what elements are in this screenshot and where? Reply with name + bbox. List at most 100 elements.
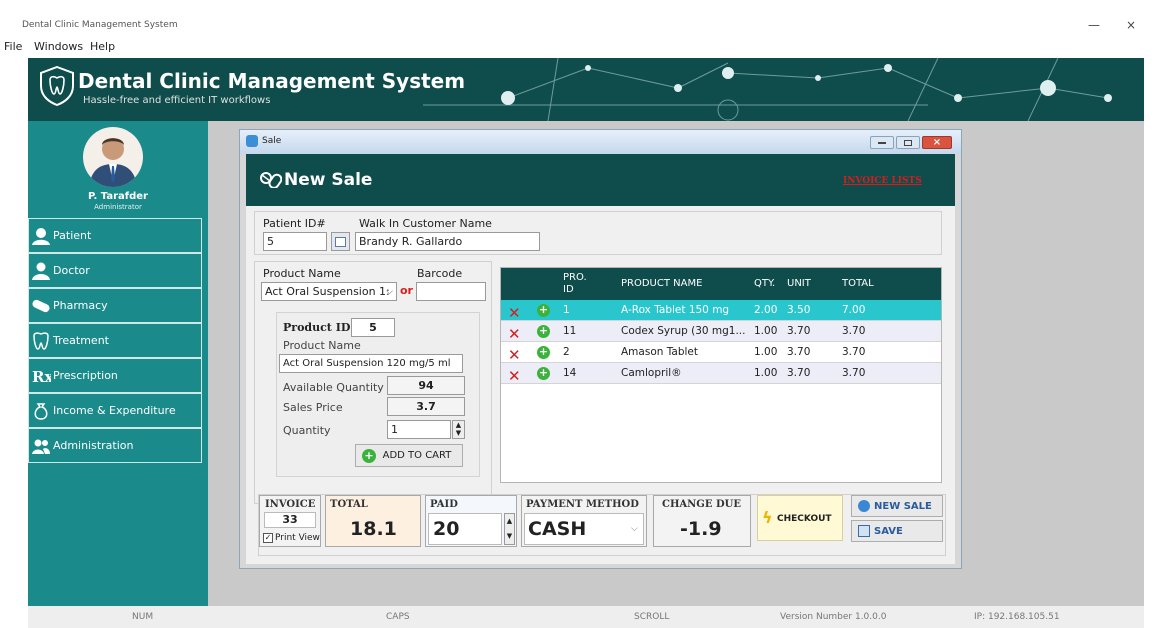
increment-icon[interactable]: + xyxy=(537,346,550,359)
patient-icon xyxy=(32,228,50,245)
total-box: TOTAL 18.1 xyxy=(325,495,421,547)
sidebar-item-treatment[interactable]: Treatment xyxy=(28,323,202,358)
paid-stepper[interactable]: ▲ ▼ xyxy=(504,513,515,545)
sidebar-item-pharmacy[interactable]: Pharmacy xyxy=(28,288,202,323)
user-role: Administrator xyxy=(94,203,142,211)
new-sale-label: NEW SALE xyxy=(874,501,932,512)
save-label: SAVE xyxy=(874,526,903,537)
cell-total: 3.70 xyxy=(842,325,866,337)
new-sale-button[interactable]: NEW SALE xyxy=(851,495,943,517)
invoice-number: 33 xyxy=(264,512,316,528)
col-pro: PRO. xyxy=(563,272,587,283)
dialog-titlebar[interactable]: Sale × xyxy=(240,130,961,154)
cell-name: A-Rox Tablet 150 mg xyxy=(621,304,730,316)
tooth-icon xyxy=(33,332,49,350)
increment-icon[interactable]: + xyxy=(537,325,550,338)
sale-heading: New Sale xyxy=(284,170,373,190)
sidebar: P. Tarafder Administrator Patient Doctor… xyxy=(28,121,208,606)
delete-icon[interactable]: ✕ xyxy=(508,304,521,322)
cell-total: 3.70 xyxy=(842,367,866,379)
status-caps: CAPS xyxy=(386,612,410,622)
print-view-checkbox[interactable]: ✓ xyxy=(263,533,273,543)
chevron-down-icon: ⌵ xyxy=(386,287,393,297)
calendar-icon[interactable] xyxy=(331,232,350,251)
cell-id: 11 xyxy=(563,325,577,337)
app-header: Dental Clinic Management System Hassle-f… xyxy=(28,58,1144,121)
sidebar-item-label: Administration xyxy=(53,439,134,452)
invoice-box: INVOICE 33 ✓ Print View xyxy=(259,495,321,547)
paid-input[interactable]: 20 xyxy=(428,513,502,545)
walkin-name-input[interactable]: Brandy R. Gallardo xyxy=(355,232,540,251)
avatar xyxy=(83,127,143,187)
checkout-label: CHECKOUT xyxy=(777,514,832,524)
delete-icon[interactable]: ✕ xyxy=(508,325,521,343)
cell-total: 3.70 xyxy=(842,346,866,358)
cart-grid[interactable]: PRO. ID PRODUCT NAME QTY. UNIT TOTAL ✕ +… xyxy=(500,267,942,483)
sidebar-item-doctor[interactable]: Doctor xyxy=(28,253,202,288)
available-qty-value: 94 xyxy=(387,376,465,395)
tooth-shield-logo xyxy=(40,66,74,106)
sidebar-item-label: Treatment xyxy=(53,334,109,347)
paid-box: PAID 20 ▲ ▼ xyxy=(425,495,517,547)
table-row[interactable]: ✕ + 14 Camlopril® 1.00 3.70 3.70 xyxy=(501,363,941,385)
minimize-button[interactable]: — xyxy=(1088,18,1100,32)
payment-method-value: CASH xyxy=(528,518,587,540)
dialog-title: Sale xyxy=(262,136,282,146)
increment-icon[interactable]: + xyxy=(537,367,550,380)
sidebar-item-patient[interactable]: Patient xyxy=(28,218,202,253)
invoice-lists-link[interactable]: INVOICE LISTS xyxy=(843,176,922,186)
save-button[interactable]: SAVE xyxy=(851,520,943,542)
patient-panel: Patient ID# 5 Walk In Customer Name Bran… xyxy=(254,211,942,255)
patient-id-label: Patient ID# xyxy=(263,217,326,230)
payment-method-select[interactable]: CASH ⌵ xyxy=(524,513,644,545)
dialog-close-button[interactable]: × xyxy=(922,136,952,149)
delete-icon[interactable]: ✕ xyxy=(508,367,521,385)
quantity-input[interactable]: 1 xyxy=(387,420,451,439)
cell-unit: 3.50 xyxy=(787,304,811,316)
delete-icon[interactable]: ✕ xyxy=(508,346,521,364)
menu-file[interactable]: File xyxy=(4,40,22,53)
close-button[interactable]: × xyxy=(1126,18,1136,32)
users-icon xyxy=(32,439,50,454)
menu-windows[interactable]: Windows xyxy=(34,40,83,53)
walkin-label: Walk In Customer Name xyxy=(359,217,492,230)
product-select[interactable]: Act Oral Suspension 1: ⌵ xyxy=(261,282,397,301)
sidebar-item-income-expenditure[interactable]: Income & Expenditure xyxy=(28,393,202,428)
col-qty: QTY. xyxy=(754,278,776,289)
col-total: TOTAL xyxy=(842,278,874,289)
total-label: TOTAL xyxy=(330,499,368,510)
menu-help[interactable]: Help xyxy=(90,40,115,53)
checkout-button[interactable]: ϟ CHECKOUT xyxy=(757,495,843,541)
cell-qty: 1.00 xyxy=(754,325,778,337)
cell-id: 2 xyxy=(563,346,570,358)
status-scroll: SCROLL xyxy=(634,612,670,622)
change-due-value: -1.9 xyxy=(680,518,722,540)
summary-panel: INVOICE 33 ✓ Print View TOTAL 18.1 PAID … xyxy=(258,494,946,556)
table-row[interactable]: ✕ + 1 A-Rox Tablet 150 mg 2.00 3.50 7.00 xyxy=(501,300,941,322)
window-title: Dental Clinic Management System xyxy=(22,20,178,30)
dialog-maximize-button[interactable] xyxy=(896,136,920,149)
table-row[interactable]: ✕ + 2 Amason Tablet 1.00 3.70 3.70 xyxy=(501,342,941,364)
dialog-minimize-button[interactable] xyxy=(870,136,894,149)
add-to-cart-button[interactable]: + ADD TO CART xyxy=(355,444,463,467)
table-row[interactable]: ✕ + 11 Codex Syrup (30 mg1... 1.00 3.70 … xyxy=(501,321,941,343)
payment-method-box: PAYMENT METHOD CASH ⌵ xyxy=(521,495,647,547)
cell-total: 7.00 xyxy=(842,304,866,316)
cell-name: Camlopril® xyxy=(621,367,682,379)
barcode-input[interactable] xyxy=(416,282,486,301)
barcode-label: Barcode xyxy=(417,267,463,280)
sidebar-item-prescription[interactable]: Rx Prescription xyxy=(28,358,202,393)
doctor-icon xyxy=(32,262,50,280)
cell-id: 1 xyxy=(563,304,570,316)
cell-name: Codex Syrup (30 mg1... xyxy=(621,325,746,337)
sidebar-item-label: Patient xyxy=(53,229,92,242)
quantity-stepper[interactable]: ▲ ▼ xyxy=(452,420,465,439)
col-product-name: PRODUCT NAME xyxy=(621,278,703,289)
patient-id-input[interactable]: 5 xyxy=(263,232,327,251)
sidebar-item-administration[interactable]: Administration xyxy=(28,428,202,463)
sidebar-item-label: Prescription xyxy=(53,369,118,382)
sidebar-item-label: Income & Expenditure xyxy=(53,404,176,417)
product-id-value: 5 xyxy=(351,318,395,337)
increment-icon[interactable]: + xyxy=(537,304,550,317)
cell-unit: 3.70 xyxy=(787,346,811,358)
